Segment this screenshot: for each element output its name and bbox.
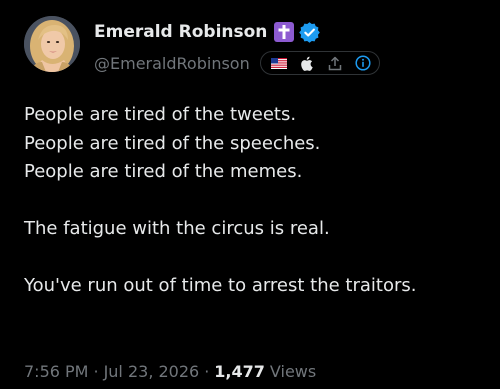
- tweet-line: The fatigue with the circus is real.: [24, 218, 330, 239]
- views-label: Views: [269, 361, 317, 381]
- handle-row: @EmeraldRobinson: [94, 50, 380, 76]
- tweet-line: People are tired of the speeches.: [24, 132, 321, 154]
- cross-icon: [274, 22, 295, 42]
- timestamp-time[interactable]: 7:56 PM: [24, 362, 88, 381]
- apple-icon[interactable]: [299, 55, 315, 71]
- avatar[interactable]: [24, 16, 80, 72]
- meta-separator: ·: [204, 361, 210, 381]
- tweet-line: People are tired of the tweets.: [24, 104, 297, 125]
- timestamp-date[interactable]: Jul 23, 2026: [104, 362, 200, 381]
- tweet-card: Emerald Robinson @EmeraldRobinson People…: [0, 0, 500, 389]
- display-name[interactable]: Emerald Robinson: [94, 22, 267, 42]
- tweet-line: People are tired of the memes.: [24, 161, 303, 182]
- avatar-image: [24, 16, 80, 72]
- info-icon[interactable]: [355, 55, 371, 71]
- name-row: Emerald Robinson: [94, 20, 321, 44]
- verified-badge-icon[interactable]: [299, 21, 321, 43]
- tweet-meta: 7:56 PM · Jul 23, 2026 · 1,477 Views: [24, 359, 316, 383]
- meta-separator: ·: [93, 361, 99, 381]
- profile-icons-pill: [259, 51, 380, 75]
- tweet-line: You've run out of time to arrest the tra…: [24, 275, 417, 296]
- views-count[interactable]: 1,477: [214, 362, 265, 381]
- upload-icon[interactable]: [327, 55, 343, 71]
- handle[interactable]: @EmeraldRobinson: [94, 54, 250, 73]
- us-flag-icon: [270, 55, 287, 71]
- tweet-text: People are tired of the tweets. People a…: [24, 101, 494, 301]
